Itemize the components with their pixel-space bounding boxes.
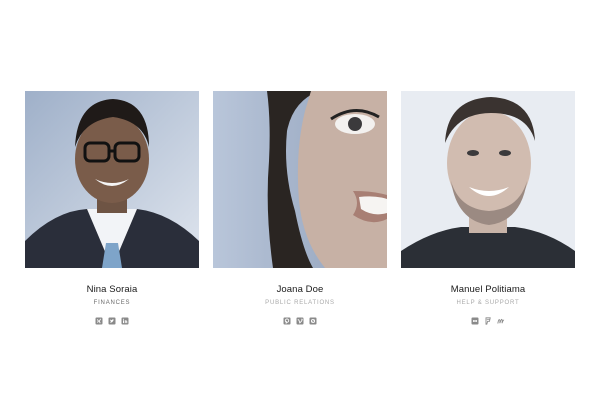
member-name: Manuel Politiama	[450, 284, 526, 295]
foursquare-icon[interactable]	[484, 317, 492, 325]
member-role: HELP & SUPPORT	[456, 300, 520, 306]
team-member-card: Nina Soraia FINANCES	[25, 91, 199, 327]
social-links	[25, 317, 199, 327]
flickr-icon[interactable]	[471, 317, 479, 325]
social-links	[401, 317, 575, 327]
member-name: Nina Soraia	[86, 284, 138, 295]
member-photo	[25, 91, 199, 268]
team-section: Nina Soraia FINANCES Joana Doe PUBLIC RE…	[25, 91, 575, 327]
pinterest-icon[interactable]	[283, 317, 291, 325]
member-role: FINANCES	[93, 300, 131, 306]
member-role: PUBLIC RELATIONS	[265, 300, 335, 306]
skype-icon[interactable]	[309, 317, 317, 325]
social-links	[213, 317, 387, 327]
member-name: Joana Doe	[276, 284, 324, 295]
linkedin-icon[interactable]	[121, 317, 129, 325]
xing-icon[interactable]	[95, 317, 103, 325]
member-photo	[401, 91, 575, 268]
meetup-icon[interactable]	[497, 317, 505, 325]
team-member-card: Joana Doe PUBLIC RELATIONS	[213, 91, 387, 327]
twitter-icon[interactable]	[108, 317, 116, 325]
vimeo-icon[interactable]	[296, 317, 304, 325]
team-member-card: Manuel Politiama HELP & SUPPORT	[401, 91, 575, 327]
member-photo	[213, 91, 387, 268]
